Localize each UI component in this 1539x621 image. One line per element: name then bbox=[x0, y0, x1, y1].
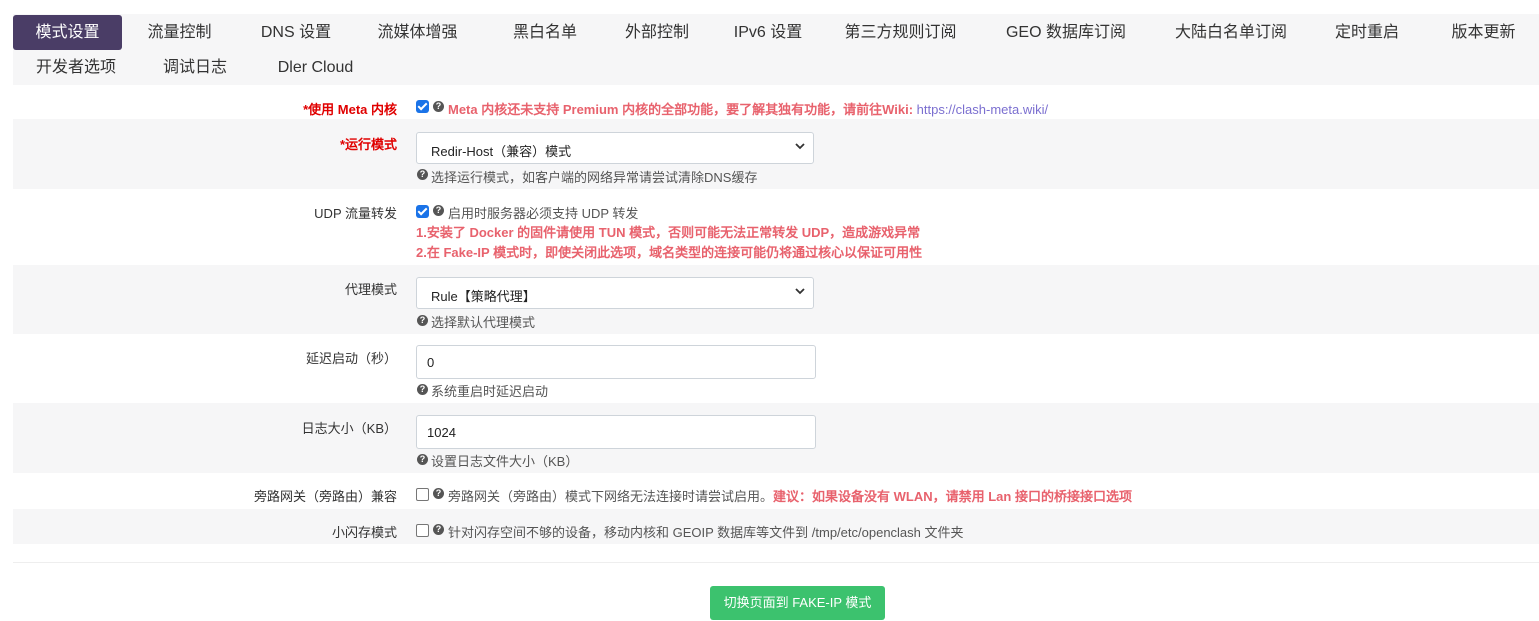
udp-forward-checkbox[interactable] bbox=[416, 205, 429, 218]
tab-dns-settings[interactable]: DNS 设置 bbox=[246, 15, 346, 50]
log-size-value: 1024 bbox=[427, 425, 456, 440]
setting-row-delay-start: 延迟启动（秒） 0 ? 系统重启时延迟启动 bbox=[13, 334, 1539, 403]
question-icon: ? bbox=[433, 101, 444, 112]
delay-start-value: 0 bbox=[427, 355, 435, 370]
bypass-gateway-checkbox[interactable] bbox=[416, 488, 429, 501]
bypass-gateway-help: 旁路网关（旁路由）模式下网络无法连接时请尝试启用。建议：如果设备没有 WLAN，… bbox=[448, 489, 1132, 504]
tab-scheduled-restart[interactable]: 定时重启 bbox=[1322, 15, 1412, 50]
log-size-input[interactable]: 1024 bbox=[416, 415, 816, 449]
delay-start-help: 系统重启时延迟启动 bbox=[431, 384, 549, 399]
switch-fake-ip-button[interactable]: 切换页面到 FAKE-IP 模式 bbox=[710, 586, 885, 620]
proxy-mode-value: Rule【策略代理】 bbox=[431, 289, 536, 304]
log-size-help: 设置日志文件大小（KB） bbox=[431, 454, 579, 469]
question-icon: ? bbox=[417, 169, 428, 180]
tab-traffic-control[interactable]: 流量控制 bbox=[128, 15, 231, 50]
meta-wiki-link[interactable]: https://clash-meta.wiki/ bbox=[917, 102, 1049, 117]
tab-ipv6-settings[interactable]: IPv6 设置 bbox=[718, 15, 818, 50]
meta-core-checkbox[interactable] bbox=[416, 100, 429, 113]
log-size-label: 日志大小（KB） bbox=[301, 421, 397, 436]
setting-row-udp-forward: UDP 流量转发 ? 启用时服务器必须支持 UDP 转发 1.安装了 Docke… bbox=[13, 189, 1539, 265]
small-flash-label: 小闪存模式 bbox=[331, 525, 397, 540]
question-icon: ? bbox=[433, 488, 444, 499]
udp-forward-help: 启用时服务器必须支持 UDP 转发 bbox=[448, 206, 639, 221]
proxy-mode-label: 代理模式 bbox=[344, 282, 397, 297]
tab-version-update[interactable]: 版本更新 bbox=[1436, 15, 1531, 50]
chevron-down-icon bbox=[795, 143, 805, 150]
delay-start-label: 延迟启动（秒） bbox=[305, 351, 397, 366]
chevron-down-icon bbox=[795, 288, 805, 295]
question-icon: ? bbox=[433, 205, 444, 216]
tab-external-control[interactable]: 外部控制 bbox=[607, 15, 707, 50]
setting-row-proxy-mode: 代理模式 Rule【策略代理】 ? 选择默认代理模式 bbox=[13, 265, 1539, 334]
bypass-gateway-label: 旁路网关（旁路由）兼容 bbox=[253, 489, 397, 504]
tab-geo-database[interactable]: GEO 数据库订阅 bbox=[991, 15, 1141, 50]
tab-third-party-rules[interactable]: 第三方规则订阅 bbox=[833, 15, 968, 50]
proxy-mode-select[interactable]: Rule【策略代理】 bbox=[416, 277, 814, 309]
delay-start-input[interactable]: 0 bbox=[416, 345, 816, 379]
run-mode-help: 选择运行模式，如客户端的网络异常请尝试清除DNS缓存 bbox=[431, 170, 758, 185]
small-flash-checkbox[interactable] bbox=[416, 524, 429, 537]
question-icon: ? bbox=[433, 524, 444, 535]
setting-row-small-flash: 小闪存模式 ? 针对闪存空间不够的设备，移动内核和 GEOIP 数据库等文件到 … bbox=[13, 509, 1539, 544]
udp-warning-2: 2.在 Fake-IP 模式时，即使关闭此选项，域名类型的连接可能仍将通过核心以… bbox=[416, 245, 923, 260]
tab-bar: 模式设置 流量控制 DNS 设置 流媒体增强 黑白名单 外部控制 IPv6 设置… bbox=[13, 14, 1539, 85]
setting-row-meta-core: *使用 Meta 内核 ? Meta 内核还未支持 Premium 内核的全部功… bbox=[13, 92, 1539, 119]
meta-core-label: *使用 Meta 内核 bbox=[303, 102, 397, 117]
udp-warning-1: 1.安装了 Docker 的固件请使用 TUN 模式，否则可能无法正常转发 UD… bbox=[416, 225, 921, 240]
section-divider bbox=[13, 562, 1539, 563]
tab-dler-cloud[interactable]: Dler Cloud bbox=[268, 50, 363, 85]
tab-blacklist-whitelist[interactable]: 黑白名单 bbox=[495, 15, 595, 50]
setting-row-bypass-gateway: 旁路网关（旁路由）兼容 ? 旁路网关（旁路由）模式下网络无法连接时请尝试启用。建… bbox=[13, 473, 1539, 509]
tab-mainland-whitelist[interactable]: 大陆白名单订阅 bbox=[1159, 15, 1303, 50]
bypass-gateway-warning: 建议：如果设备没有 WLAN，请禁用 Lan 接口的桥接接口选项 bbox=[773, 489, 1132, 504]
tab-developer-options[interactable]: 开发者选项 bbox=[21, 50, 131, 85]
question-icon: ? bbox=[417, 384, 428, 395]
tab-streaming[interactable]: 流媒体增强 bbox=[365, 15, 470, 50]
tab-debug-log[interactable]: 调试日志 bbox=[150, 50, 240, 85]
run-mode-select[interactable]: Redir-Host（兼容）模式 bbox=[416, 132, 814, 164]
setting-row-run-mode: *运行模式 Redir-Host（兼容）模式 ? 选择运行模式，如客户端的网络异… bbox=[13, 119, 1539, 189]
udp-forward-label: UDP 流量转发 bbox=[314, 206, 397, 221]
run-mode-value: Redir-Host（兼容）模式 bbox=[431, 144, 572, 159]
question-icon: ? bbox=[417, 315, 428, 326]
meta-core-help: Meta 内核还未支持 Premium 内核的全部功能，要了解其独有功能，请前往… bbox=[448, 102, 1049, 117]
setting-row-log-size: 日志大小（KB） 1024 ? 设置日志文件大小（KB） bbox=[13, 403, 1539, 473]
run-mode-label: *运行模式 bbox=[339, 137, 397, 152]
tab-mode-settings[interactable]: 模式设置 bbox=[13, 15, 122, 50]
proxy-mode-help: 选择默认代理模式 bbox=[431, 315, 536, 330]
small-flash-help: 针对闪存空间不够的设备，移动内核和 GEOIP 数据库等文件到 /tmp/etc… bbox=[448, 525, 964, 540]
question-icon: ? bbox=[417, 454, 428, 465]
